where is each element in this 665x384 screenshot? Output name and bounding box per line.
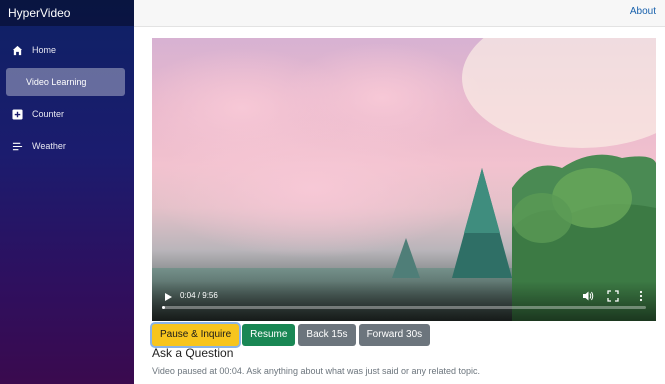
video-frame: [152, 38, 656, 321]
home-icon: [10, 43, 24, 57]
sidebar-item-home[interactable]: Home: [6, 36, 125, 64]
time-display: 0:04 / 9:56: [180, 291, 218, 300]
nav-menu: Home Video Learning Counter Weather: [0, 26, 134, 160]
video-player[interactable]: 0:04 / 9:56: [152, 38, 656, 321]
sidebar-item-video-learning[interactable]: Video Learning: [6, 68, 125, 96]
sidebar-item-label: Home: [32, 45, 57, 55]
sidebar: HyperVideo Home Video Learning Counter W…: [0, 0, 134, 384]
about-link[interactable]: About: [630, 6, 656, 17]
sidebar-item-weather[interactable]: Weather: [6, 132, 125, 160]
volume-icon[interactable]: [582, 290, 594, 302]
plus-icon: [10, 107, 24, 121]
playback-actions: Pause & Inquire Resume Back 15s Forward …: [152, 324, 431, 346]
top-bar: About: [134, 0, 665, 27]
progress-fill: [162, 306, 166, 309]
more-options-icon[interactable]: [638, 290, 644, 302]
pause-inquire-button[interactable]: Pause & Inquire: [152, 324, 240, 346]
list-icon: [10, 139, 24, 153]
paused-status-text: Video paused at 00:04. Ask anything abou…: [152, 366, 481, 376]
sidebar-item-counter[interactable]: Counter: [6, 100, 125, 128]
sidebar-item-label: Weather: [32, 141, 66, 151]
app-title[interactable]: HyperVideo: [0, 0, 134, 26]
forward-30s-button[interactable]: Forward 30s: [358, 324, 431, 346]
sidebar-item-label: Video Learning: [26, 77, 87, 87]
sidebar-item-label: Counter: [32, 109, 65, 119]
video-controls: 0:04 / 9:56: [152, 281, 656, 321]
progress-bar[interactable]: [162, 306, 646, 309]
ask-question-heading: Ask a Question: [152, 346, 234, 360]
back-15s-button[interactable]: Back 15s: [298, 324, 356, 346]
play-icon[interactable]: [162, 291, 174, 303]
fullscreen-icon[interactable]: [607, 290, 619, 302]
resume-button[interactable]: Resume: [242, 324, 296, 346]
